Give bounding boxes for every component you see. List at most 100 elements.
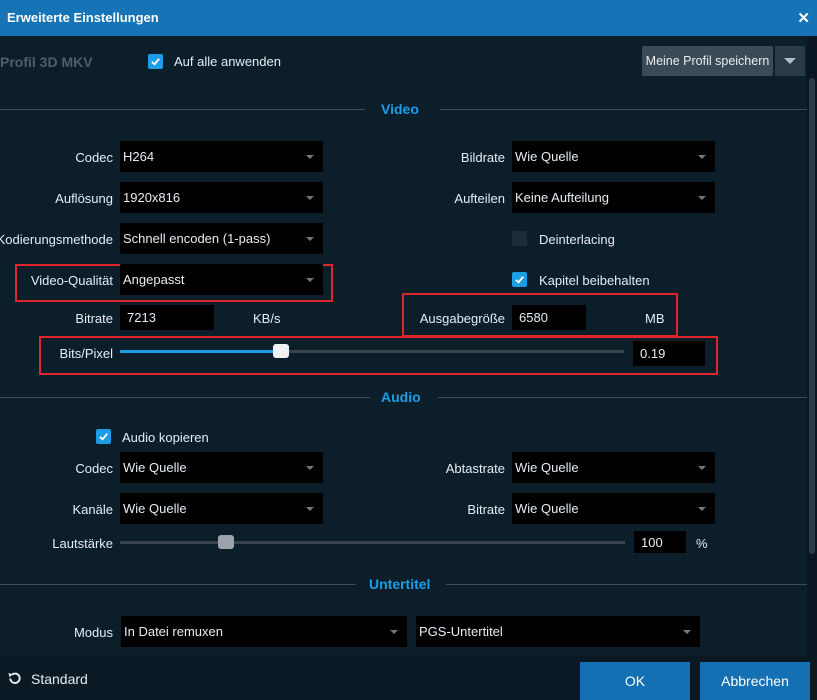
window-title: Erweiterte Einstellungen (7, 10, 159, 25)
audio-bitrate-value: Wie Quelle (515, 501, 579, 516)
framerate-select[interactable]: Wie Quelle (512, 141, 715, 172)
slider-thumb[interactable] (218, 535, 234, 549)
keep-chapters-checkbox[interactable] (512, 272, 527, 287)
video-bitrate-unit: KB/s (253, 311, 281, 326)
standard-button[interactable]: Standard (6, 670, 88, 687)
chevron-down-icon (306, 507, 314, 511)
audio-copy-label: Audio kopieren (122, 430, 209, 445)
section-divider (438, 397, 807, 398)
video-quality-value: Angepasst (123, 272, 185, 287)
cancel-button[interactable]: Abbrechen (700, 662, 810, 700)
sample-rate-label: Abtastrate (445, 461, 505, 476)
volume-slider[interactable] (120, 535, 625, 549)
split-select[interactable]: Keine Aufteilung (512, 182, 715, 213)
subtitle-mode-select[interactable]: In Datei remuxen (121, 616, 407, 647)
output-size-input[interactable]: 6580 (512, 305, 586, 330)
keep-chapters-label: Kapitel beibehalten (539, 273, 650, 288)
scrollbar-thumb[interactable] (809, 78, 815, 554)
channels-value: Wie Quelle (123, 501, 187, 516)
audio-copy-checkbox[interactable] (96, 429, 111, 444)
save-profile-dropdown[interactable] (775, 46, 805, 76)
encoding-method-label: Kodierungsmethode (0, 232, 113, 247)
bits-per-pixel-input[interactable]: 0.19 (633, 341, 705, 366)
video-quality-label: Video-Qualität (30, 273, 113, 288)
chevron-down-icon (698, 196, 706, 200)
framerate-label: Bildrate (460, 150, 505, 165)
encoding-method-select[interactable]: Schnell encoden (1-pass) (120, 223, 323, 254)
volume-unit: % (696, 536, 708, 551)
checkmark-icon (99, 433, 108, 441)
slider-track (120, 541, 625, 544)
checkmark-icon (151, 58, 160, 66)
subtitle-mode-value: In Datei remuxen (124, 624, 223, 639)
chevron-down-icon (698, 155, 706, 159)
chevron-down-icon (306, 196, 314, 200)
volume-input[interactable]: 100 (634, 531, 686, 553)
footer: Standard OK Abbrechen (0, 656, 817, 700)
bits-per-pixel-label: Bits/Pixel (59, 346, 113, 361)
section-divider (0, 397, 370, 398)
subtitle-type-select[interactable]: PGS-Untertitel (416, 616, 700, 647)
subtitle-type-value: PGS-Untertitel (419, 624, 503, 639)
sample-rate-select[interactable]: Wie Quelle (512, 452, 715, 483)
chevron-down-icon (306, 466, 314, 470)
close-icon[interactable]: ✕ (797, 9, 810, 27)
split-label: Aufteilen (454, 191, 505, 206)
deinterlacing-checkbox[interactable] (512, 231, 527, 246)
title-bar: Erweiterte Einstellungen ✕ (0, 0, 817, 36)
bits-per-pixel-slider[interactable] (120, 344, 624, 358)
chevron-down-icon (306, 237, 314, 241)
section-divider (0, 109, 365, 110)
split-value: Keine Aufteilung (515, 190, 609, 205)
highlight-box-bits-per-pixel (39, 336, 718, 375)
audio-codec-value: Wie Quelle (123, 460, 187, 475)
video-codec-select[interactable]: H264 (120, 141, 323, 172)
chevron-down-icon (306, 155, 314, 159)
chevron-down-icon (784, 58, 796, 64)
apply-all-checkbox[interactable] (148, 54, 163, 69)
standard-label: Standard (31, 670, 88, 687)
output-size-unit: MB (645, 311, 665, 326)
volume-label: Lautstärke (52, 536, 113, 551)
video-bitrate-input[interactable]: 7213 (120, 305, 214, 330)
reset-icon (8, 672, 21, 684)
section-title-subtitles: Untertitel (369, 576, 431, 592)
chevron-down-icon (698, 507, 706, 511)
checkmark-icon (515, 276, 524, 284)
dialog-body: Profil 3D MKV Auf alle anwenden Meine Pr… (0, 36, 817, 656)
save-profile-button[interactable]: Meine Profil speichern (642, 46, 773, 76)
ok-button[interactable]: OK (580, 662, 690, 700)
codec-label: Codec (75, 150, 113, 165)
apply-all-label: Auf alle anwenden (174, 54, 281, 69)
channels-label: Kanäle (72, 502, 113, 517)
chevron-down-icon (306, 278, 314, 282)
encoding-method-value: Schnell encoden (1-pass) (123, 231, 271, 246)
subtitle-mode-label: Modus (73, 625, 113, 640)
section-title-video: Video (381, 101, 419, 117)
chevron-down-icon (683, 630, 691, 634)
audio-bitrate-select[interactable]: Wie Quelle (512, 493, 715, 524)
resolution-label: Auflösung (55, 191, 113, 206)
resolution-select[interactable]: 1920x816 (120, 182, 323, 213)
section-divider (0, 584, 356, 585)
video-bitrate-label: Bitrate (75, 311, 113, 326)
scrollbar[interactable] (807, 36, 817, 656)
audio-bitrate-label: Bitrate (467, 502, 505, 517)
slider-thumb[interactable] (273, 344, 289, 358)
chevron-down-icon (698, 466, 706, 470)
chevron-down-icon (390, 630, 398, 634)
audio-codec-label: Codec (75, 461, 113, 476)
section-divider (446, 584, 807, 585)
video-quality-select[interactable]: Angepasst (120, 264, 323, 295)
slider-fill (120, 350, 281, 353)
sample-rate-value: Wie Quelle (515, 460, 579, 475)
section-title-audio: Audio (381, 389, 421, 405)
video-codec-value: H264 (123, 149, 155, 164)
deinterlacing-label: Deinterlacing (539, 232, 615, 247)
output-size-label: Ausgabegröße (419, 311, 505, 326)
audio-codec-select[interactable]: Wie Quelle (120, 452, 323, 483)
resolution-value: 1920x816 (123, 190, 181, 205)
framerate-value: Wie Quelle (515, 149, 579, 164)
section-divider (440, 109, 807, 110)
channels-select[interactable]: Wie Quelle (120, 493, 323, 524)
